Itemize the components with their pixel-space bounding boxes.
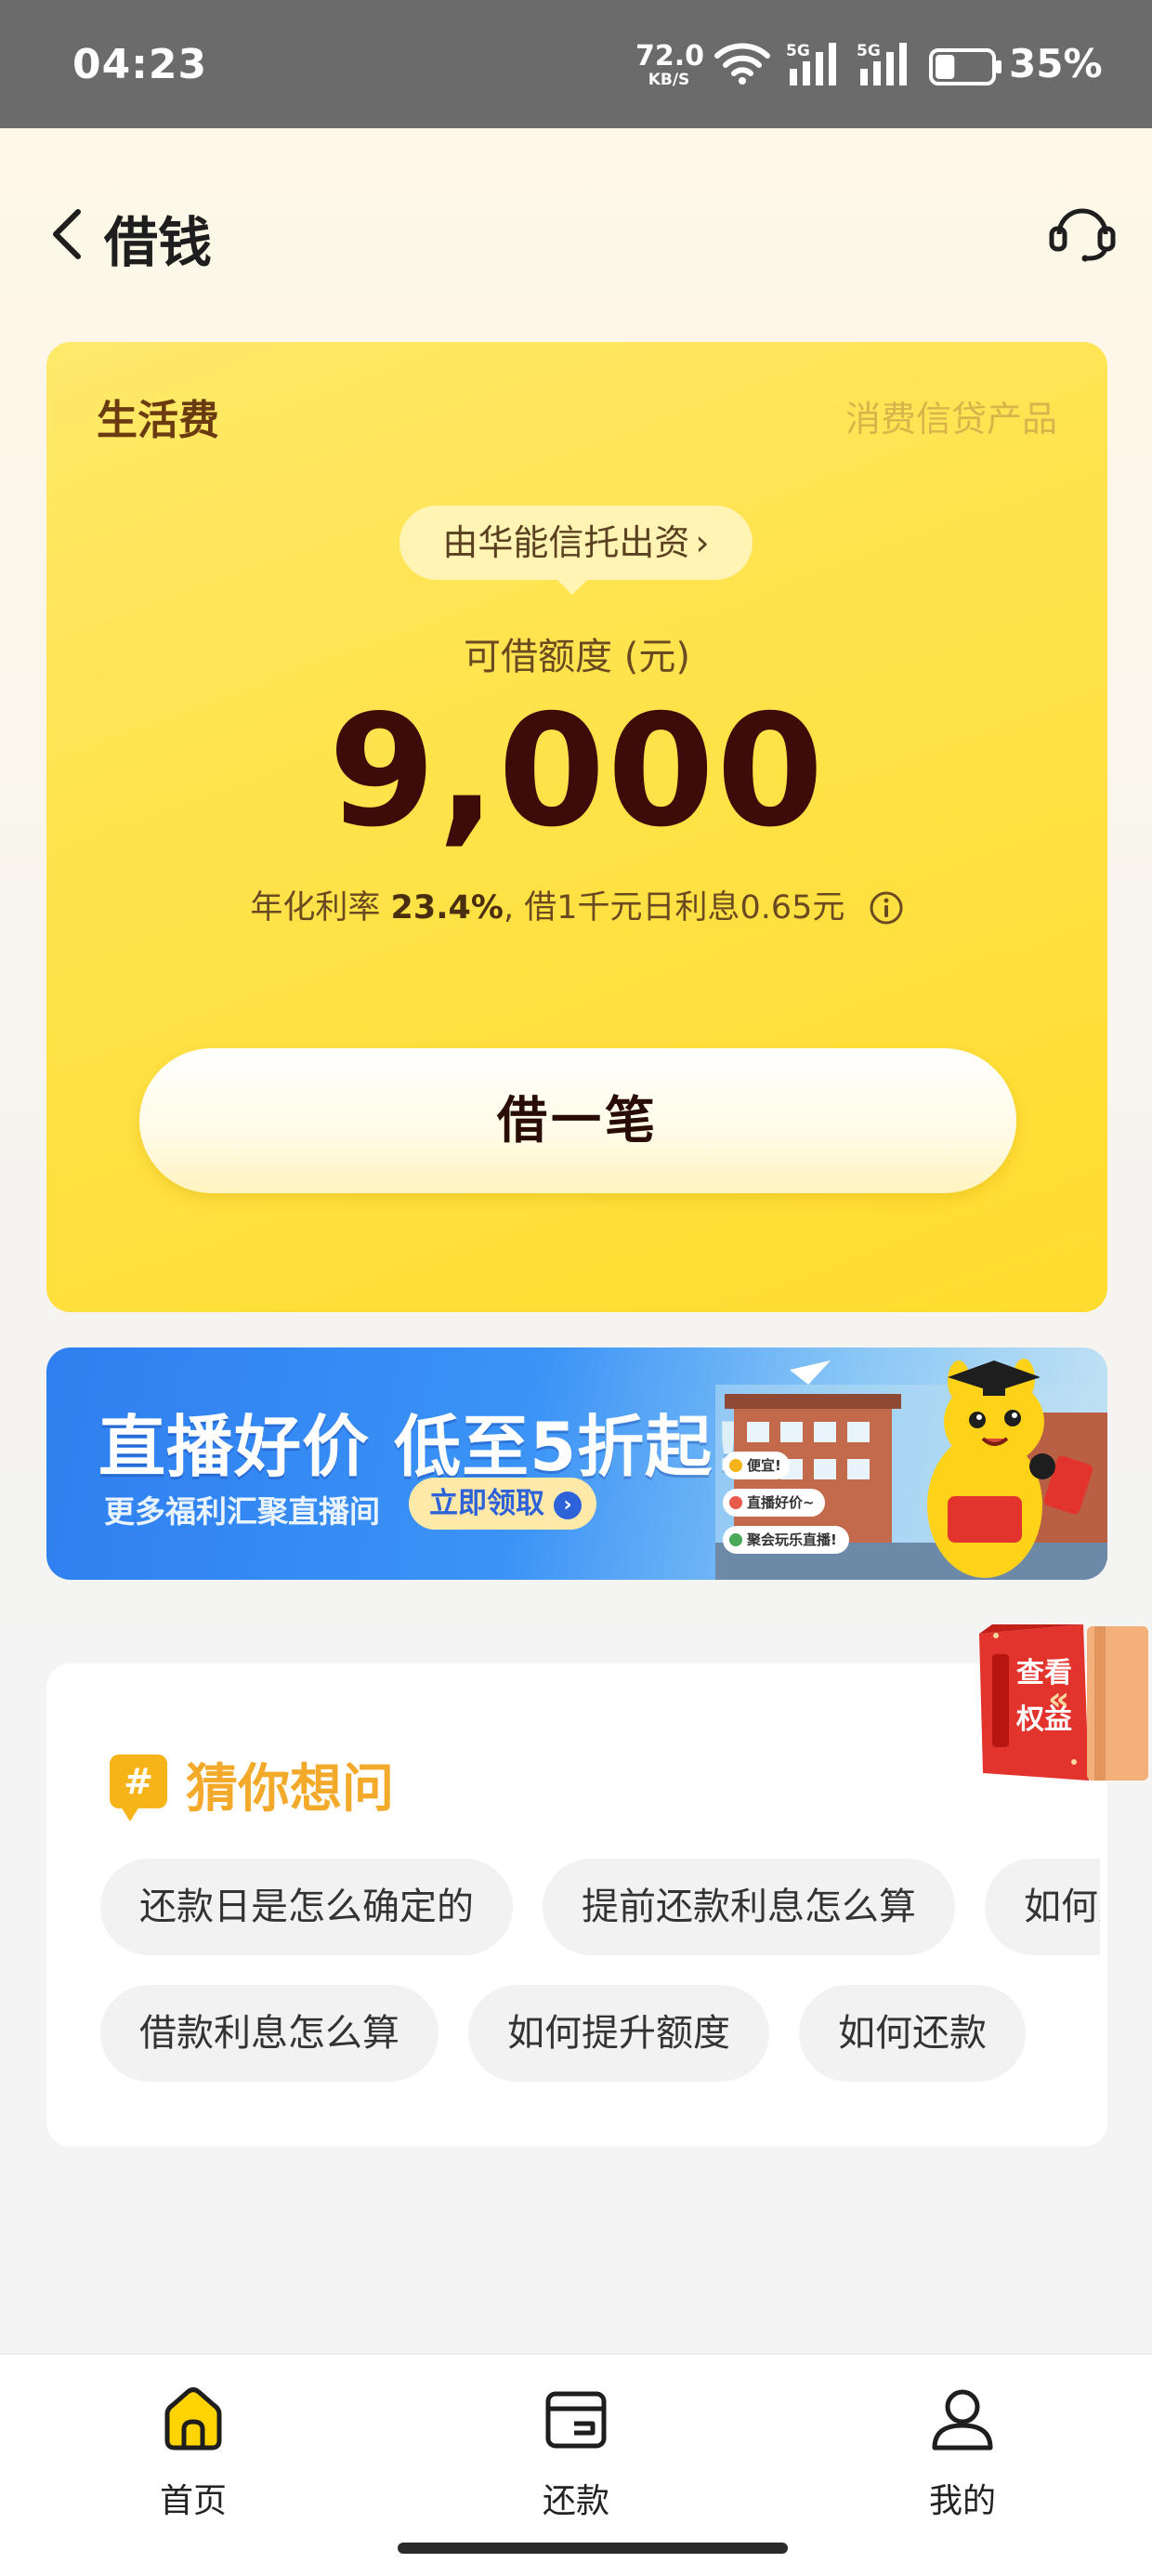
faq-card: # 猜你想问 还款日是怎么确定的 提前还款利息怎么算 如何延期还款 借款利息怎么… [46,1663,1107,2147]
signal-1-label: 5G [786,42,810,60]
battery-percent: 35% [1009,41,1103,86]
banner-subtitle: 更多福利汇聚直播间 [104,1493,380,1530]
faq-chip[interactable]: 提前还款利息怎么算 [543,1859,955,1955]
limit-label: 可借额度 (元) [464,636,690,678]
rate-prefix: 年化利率 [250,889,391,927]
signal-5g-icon-2: 5G [857,42,907,85]
faq-chips: 还款日是怎么确定的 提前还款利息怎么算 如何延期还款 借款利息怎么算 如何提升额… [100,1859,1100,2100]
faq-chip[interactable]: 借款利息怎么算 [100,1985,439,2082]
view-benefits-badge[interactable]: 查看 权益 « [974,1617,1152,1790]
nav-home[interactable]: 首页 [100,2383,286,2522]
network-speed-value: 72.0 [635,40,705,72]
nav-mine-label: 我的 [928,2482,996,2520]
arrow-right-icon: › [554,1492,582,1519]
faq-chip[interactable]: 还款日是怎么确定的 [100,1859,513,1955]
home-icon [164,2387,222,2451]
wifi-icon [714,43,770,85]
claim-now-button[interactable]: 立即领取 › [409,1478,596,1530]
double-chevron-left-icon: « [1048,1680,1069,1718]
battery-fill [936,55,955,79]
page-title: 借钱 [104,211,213,274]
status-bar: 04:23 72.0 KB/S 5G 5G 35% [0,0,1152,128]
user-icon [932,2389,993,2451]
faq-row-2: 借款利息怎么算 如何提升额度 如何还款 [100,1985,1026,2082]
live-promo-banner[interactable]: 直播好价 低至5折起! 更多福利汇聚直播间 立即领取 › 便宜! 直播好价~ 聚… [46,1347,1107,1580]
nav-repay-label: 还款 [542,2482,609,2520]
faq-chip[interactable]: 如何提升额度 [468,1985,769,2082]
funder-pill[interactable]: 由华能信托出资 › [399,506,753,595]
limit-amount: 9,000 [328,682,826,861]
borrow-button[interactable]: 借一笔 [139,1048,1016,1193]
faq-chip[interactable]: 如何还款 [799,1985,1026,2082]
rate-value: 23.4% [390,889,504,927]
wallet-icon [545,2391,607,2449]
headset-icon[interactable] [1048,201,1117,262]
rate-suffix: , 借1千元日利息0.65元 [503,889,845,927]
banner-title: 直播好价 低至5折起! [98,1408,745,1486]
info-icon[interactable] [869,890,904,926]
network-speed: 72.0 KB/S [635,40,705,89]
signal-5g-icon: 5G [786,42,836,85]
nav-repay[interactable]: 还款 [483,2383,669,2522]
mascot-illustration: 便宜! 直播好价~ 聚会玩乐直播! [715,1359,1107,1580]
faq-title: 猜你想问 [186,1759,394,1820]
hashtag-icon: # [110,1755,167,1821]
home-indicator[interactable] [398,2543,788,2554]
network-speed-unit: KB/S [648,71,690,89]
chevron-left-icon[interactable] [48,206,85,262]
faq-chip[interactable]: 如何延期还款 [985,1859,1100,1955]
loan-card: 生活费 消费信贷产品 由华能信托出资 › 可借额度 (元) 9,000 年化利率 … [46,342,1107,1312]
product-tag: 消费信贷产品 [844,399,1057,440]
funder-text: 由华能信托出资 [442,522,690,563]
product-name: 生活费 [97,397,219,444]
banner-bubble-3: 聚会玩乐直播! [746,1531,837,1548]
nav-mine[interactable]: 我的 [870,2383,1055,2522]
status-time: 04:23 [72,41,208,88]
battery-icon [929,48,1001,85]
claim-now-label: 立即领取 [429,1487,544,1520]
rate-line: 年化利率 23.4%, 借1千元日利息0.65元 [46,881,1107,928]
nav-home-label: 首页 [159,2482,227,2520]
faq-row-1: 还款日是怎么确定的 提前还款利息怎么算 如何延期还款 [100,1859,1100,1955]
banner-bubble-2: 直播好价~ [747,1494,815,1511]
banner-bubble-1: 便宜! [747,1457,781,1474]
signal-2-label: 5G [857,42,881,60]
chevron-right-icon: › [695,522,710,563]
